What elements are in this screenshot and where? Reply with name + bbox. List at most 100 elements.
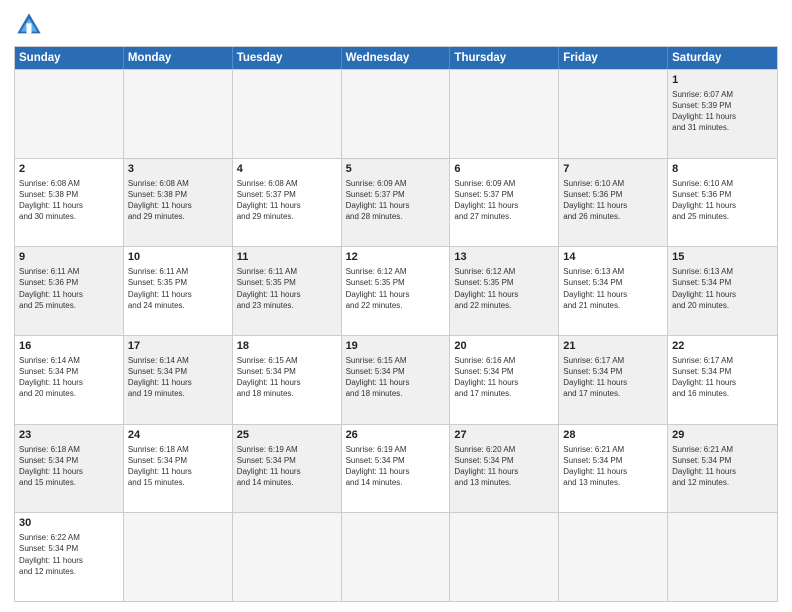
cell-info: Sunrise: 6:16 AM Sunset: 5:34 PM Dayligh… <box>454 355 554 400</box>
calendar-cell: 30Sunrise: 6:22 AM Sunset: 5:34 PM Dayli… <box>15 513 124 601</box>
day-number: 3 <box>128 162 228 177</box>
calendar-header-row: SundayMondayTuesdayWednesdayThursdayFrid… <box>15 47 777 69</box>
cell-info: Sunrise: 6:22 AM Sunset: 5:34 PM Dayligh… <box>19 532 119 577</box>
calendar-cell: 20Sunrise: 6:16 AM Sunset: 5:34 PM Dayli… <box>450 336 559 424</box>
cell-info: Sunrise: 6:08 AM Sunset: 5:38 PM Dayligh… <box>128 178 228 223</box>
calendar-cell: 16Sunrise: 6:14 AM Sunset: 5:34 PM Dayli… <box>15 336 124 424</box>
day-number: 20 <box>454 339 554 354</box>
day-number: 21 <box>563 339 663 354</box>
logo-icon <box>14 10 44 40</box>
cal-header-cell: Tuesday <box>233 47 342 69</box>
cell-info: Sunrise: 6:11 AM Sunset: 5:35 PM Dayligh… <box>128 266 228 311</box>
calendar-cell: 26Sunrise: 6:19 AM Sunset: 5:34 PM Dayli… <box>342 425 451 513</box>
day-number: 27 <box>454 428 554 443</box>
day-number: 25 <box>237 428 337 443</box>
cell-info: Sunrise: 6:15 AM Sunset: 5:34 PM Dayligh… <box>346 355 446 400</box>
day-number: 15 <box>672 250 773 265</box>
calendar-cell <box>559 70 668 158</box>
cell-info: Sunrise: 6:21 AM Sunset: 5:34 PM Dayligh… <box>563 444 663 489</box>
cell-info: Sunrise: 6:17 AM Sunset: 5:34 PM Dayligh… <box>563 355 663 400</box>
cell-info: Sunrise: 6:17 AM Sunset: 5:34 PM Dayligh… <box>672 355 773 400</box>
calendar-cell: 1Sunrise: 6:07 AM Sunset: 5:39 PM Daylig… <box>668 70 777 158</box>
calendar-cell: 6Sunrise: 6:09 AM Sunset: 5:37 PM Daylig… <box>450 159 559 247</box>
calendar-cell: 5Sunrise: 6:09 AM Sunset: 5:37 PM Daylig… <box>342 159 451 247</box>
cell-info: Sunrise: 6:10 AM Sunset: 5:36 PM Dayligh… <box>672 178 773 223</box>
day-number: 4 <box>237 162 337 177</box>
calendar-cell <box>450 70 559 158</box>
page: SundayMondayTuesdayWednesdayThursdayFrid… <box>0 0 792 612</box>
day-number: 12 <box>346 250 446 265</box>
calendar-cell: 12Sunrise: 6:12 AM Sunset: 5:35 PM Dayli… <box>342 247 451 335</box>
header <box>14 10 778 40</box>
calendar-cell: 28Sunrise: 6:21 AM Sunset: 5:34 PM Dayli… <box>559 425 668 513</box>
calendar-row: 30Sunrise: 6:22 AM Sunset: 5:34 PM Dayli… <box>15 512 777 601</box>
day-number: 24 <box>128 428 228 443</box>
day-number: 18 <box>237 339 337 354</box>
calendar-cell: 13Sunrise: 6:12 AM Sunset: 5:35 PM Dayli… <box>450 247 559 335</box>
calendar-cell <box>233 513 342 601</box>
cell-info: Sunrise: 6:15 AM Sunset: 5:34 PM Dayligh… <box>237 355 337 400</box>
calendar-cell: 9Sunrise: 6:11 AM Sunset: 5:36 PM Daylig… <box>15 247 124 335</box>
cell-info: Sunrise: 6:12 AM Sunset: 5:35 PM Dayligh… <box>346 266 446 311</box>
calendar-cell: 14Sunrise: 6:13 AM Sunset: 5:34 PM Dayli… <box>559 247 668 335</box>
cell-info: Sunrise: 6:18 AM Sunset: 5:34 PM Dayligh… <box>128 444 228 489</box>
day-number: 8 <box>672 162 773 177</box>
calendar-cell <box>233 70 342 158</box>
cell-info: Sunrise: 6:11 AM Sunset: 5:35 PM Dayligh… <box>237 266 337 311</box>
calendar-row: 1Sunrise: 6:07 AM Sunset: 5:39 PM Daylig… <box>15 69 777 158</box>
cell-info: Sunrise: 6:09 AM Sunset: 5:37 PM Dayligh… <box>346 178 446 223</box>
cal-header-cell: Friday <box>559 47 668 69</box>
cell-info: Sunrise: 6:12 AM Sunset: 5:35 PM Dayligh… <box>454 266 554 311</box>
calendar: SundayMondayTuesdayWednesdayThursdayFrid… <box>14 46 778 602</box>
calendar-cell: 8Sunrise: 6:10 AM Sunset: 5:36 PM Daylig… <box>668 159 777 247</box>
day-number: 9 <box>19 250 119 265</box>
cell-info: Sunrise: 6:09 AM Sunset: 5:37 PM Dayligh… <box>454 178 554 223</box>
calendar-cell: 10Sunrise: 6:11 AM Sunset: 5:35 PM Dayli… <box>124 247 233 335</box>
calendar-cell: 2Sunrise: 6:08 AM Sunset: 5:38 PM Daylig… <box>15 159 124 247</box>
calendar-cell <box>668 513 777 601</box>
calendar-cell: 24Sunrise: 6:18 AM Sunset: 5:34 PM Dayli… <box>124 425 233 513</box>
calendar-cell: 4Sunrise: 6:08 AM Sunset: 5:37 PM Daylig… <box>233 159 342 247</box>
calendar-row: 23Sunrise: 6:18 AM Sunset: 5:34 PM Dayli… <box>15 424 777 513</box>
day-number: 22 <box>672 339 773 354</box>
cal-header-cell: Sunday <box>15 47 124 69</box>
calendar-cell: 3Sunrise: 6:08 AM Sunset: 5:38 PM Daylig… <box>124 159 233 247</box>
cal-header-cell: Thursday <box>450 47 559 69</box>
calendar-cell: 19Sunrise: 6:15 AM Sunset: 5:34 PM Dayli… <box>342 336 451 424</box>
calendar-cell <box>559 513 668 601</box>
calendar-cell <box>342 70 451 158</box>
day-number: 26 <box>346 428 446 443</box>
calendar-cell <box>124 70 233 158</box>
calendar-cell: 25Sunrise: 6:19 AM Sunset: 5:34 PM Dayli… <box>233 425 342 513</box>
day-number: 13 <box>454 250 554 265</box>
calendar-cell: 7Sunrise: 6:10 AM Sunset: 5:36 PM Daylig… <box>559 159 668 247</box>
calendar-cell: 23Sunrise: 6:18 AM Sunset: 5:34 PM Dayli… <box>15 425 124 513</box>
cell-info: Sunrise: 6:19 AM Sunset: 5:34 PM Dayligh… <box>237 444 337 489</box>
calendar-cell <box>15 70 124 158</box>
day-number: 7 <box>563 162 663 177</box>
calendar-cell: 27Sunrise: 6:20 AM Sunset: 5:34 PM Dayli… <box>450 425 559 513</box>
cal-header-cell: Saturday <box>668 47 777 69</box>
calendar-cell: 22Sunrise: 6:17 AM Sunset: 5:34 PM Dayli… <box>668 336 777 424</box>
cell-info: Sunrise: 6:08 AM Sunset: 5:37 PM Dayligh… <box>237 178 337 223</box>
day-number: 19 <box>346 339 446 354</box>
calendar-cell: 29Sunrise: 6:21 AM Sunset: 5:34 PM Dayli… <box>668 425 777 513</box>
logo <box>14 10 48 40</box>
cell-info: Sunrise: 6:20 AM Sunset: 5:34 PM Dayligh… <box>454 444 554 489</box>
cell-info: Sunrise: 6:18 AM Sunset: 5:34 PM Dayligh… <box>19 444 119 489</box>
day-number: 5 <box>346 162 446 177</box>
calendar-cell <box>342 513 451 601</box>
calendar-cell: 21Sunrise: 6:17 AM Sunset: 5:34 PM Dayli… <box>559 336 668 424</box>
day-number: 30 <box>19 516 119 531</box>
cell-info: Sunrise: 6:14 AM Sunset: 5:34 PM Dayligh… <box>19 355 119 400</box>
cell-info: Sunrise: 6:08 AM Sunset: 5:38 PM Dayligh… <box>19 178 119 223</box>
day-number: 17 <box>128 339 228 354</box>
day-number: 2 <box>19 162 119 177</box>
day-number: 6 <box>454 162 554 177</box>
cell-info: Sunrise: 6:07 AM Sunset: 5:39 PM Dayligh… <box>672 89 773 134</box>
day-number: 1 <box>672 73 773 88</box>
cell-info: Sunrise: 6:19 AM Sunset: 5:34 PM Dayligh… <box>346 444 446 489</box>
day-number: 29 <box>672 428 773 443</box>
cell-info: Sunrise: 6:13 AM Sunset: 5:34 PM Dayligh… <box>672 266 773 311</box>
calendar-row: 16Sunrise: 6:14 AM Sunset: 5:34 PM Dayli… <box>15 335 777 424</box>
